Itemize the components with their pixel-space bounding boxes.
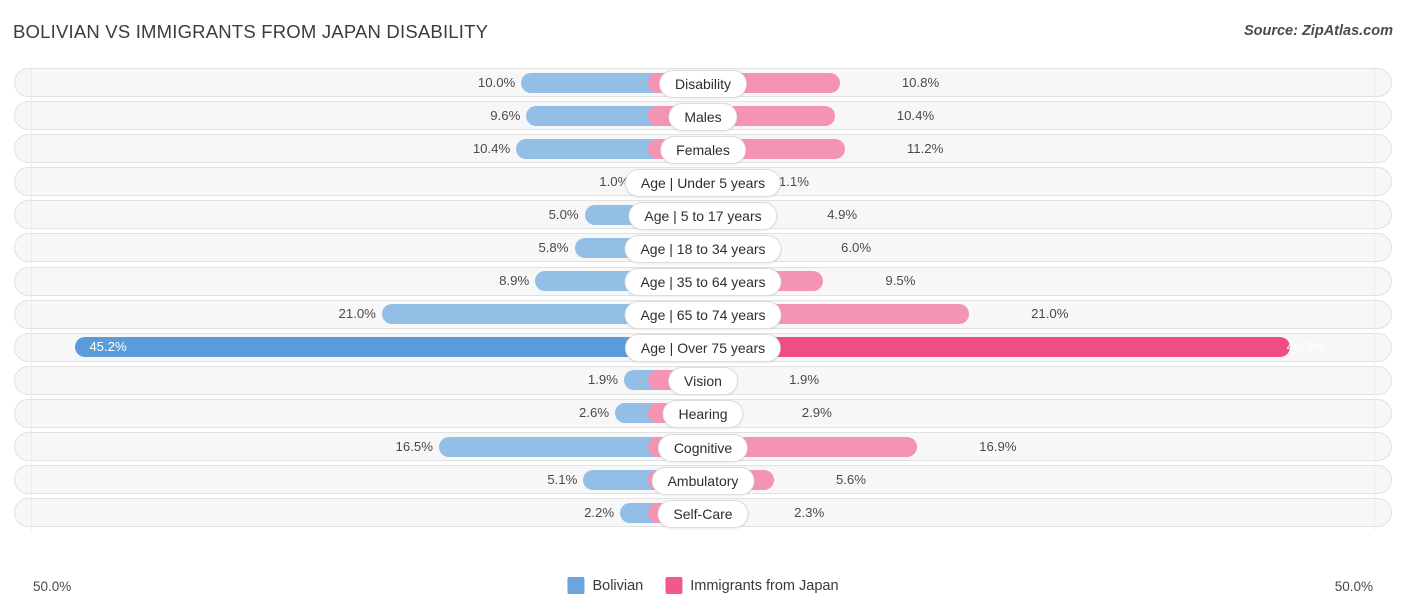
- value-label-right: 1.1%: [779, 172, 809, 192]
- value-label-right: 46.3%: [1287, 337, 1324, 357]
- category-label: Age | 5 to 17 years: [628, 202, 777, 230]
- row-bars: 10.0% 10.8% Disability: [0, 66, 1406, 99]
- row-bars: 10.4% 11.2% Females: [0, 132, 1406, 165]
- axis-label-right: 50.0%: [1335, 579, 1373, 594]
- axis-label-left: 50.0%: [33, 579, 71, 594]
- chart-row: 9.6% 10.4% Males: [0, 99, 1406, 132]
- value-label-left: 2.2%: [568, 503, 614, 523]
- value-label-right: 5.6%: [836, 470, 866, 490]
- category-label: Cognitive: [658, 434, 748, 462]
- category-label: Age | 65 to 74 years: [624, 301, 781, 329]
- source-attribution: Source: ZipAtlas.com: [1244, 23, 1393, 39]
- chart-row: 8.9% 9.5% Age | 35 to 64 years: [0, 265, 1406, 298]
- legend-label: Bolivian: [592, 578, 643, 594]
- chart-row: 21.0% 21.0% Age | 65 to 74 years: [0, 298, 1406, 331]
- legend-item[interactable]: Bolivian: [567, 577, 643, 594]
- value-label-right: 10.8%: [902, 73, 939, 93]
- value-label-right: 16.9%: [979, 437, 1016, 457]
- legend-label: Immigrants from Japan: [690, 578, 838, 594]
- chart-footer: 50.0% 50.0% Bolivian Immigrants from Japa…: [0, 572, 1406, 612]
- row-bars: 9.6% 10.4% Males: [0, 99, 1406, 132]
- category-label: Self-Care: [657, 500, 748, 528]
- value-label-right: 6.0%: [841, 238, 871, 258]
- chart-row: 1.0% 1.1%Age | Under 5 years: [0, 165, 1406, 198]
- chart-row: 45.2% 46.3% Age | Over 75 years: [0, 331, 1406, 364]
- value-label-right: 9.5%: [885, 271, 915, 291]
- row-bars: 21.0% 21.0% Age | 65 to 74 years: [0, 298, 1406, 331]
- category-label: Age | Over 75 years: [625, 334, 781, 362]
- page-title: BOLIVIAN VS IMMIGRANTS FROM JAPAN DISABI…: [13, 21, 488, 43]
- value-label-left: 10.0%: [469, 73, 515, 93]
- value-label-left: 1.9%: [572, 370, 618, 390]
- row-bars: 1.9% 1.9% Vision: [0, 364, 1406, 397]
- value-label-left: 5.1%: [531, 470, 577, 490]
- legend-item[interactable]: Immigrants from Japan: [665, 577, 838, 594]
- chart-legend: Bolivian Immigrants from Japan: [567, 577, 838, 594]
- value-label-left: 5.0%: [533, 205, 579, 225]
- value-label-left: 2.6%: [563, 403, 609, 423]
- category-label: Ambulatory: [652, 467, 755, 495]
- bar-left-bolivian[interactable]: [75, 337, 703, 357]
- value-label-right: 11.2%: [907, 139, 943, 159]
- chart-row: 5.8% 6.0% Age | 18 to 34 years: [0, 231, 1406, 264]
- value-label-left: 45.2%: [89, 337, 126, 357]
- chart-row: 2.6% 2.9% Hearing: [0, 397, 1406, 430]
- chart-page: BOLIVIAN VS IMMIGRANTS FROM JAPAN DISABI…: [0, 0, 1406, 612]
- row-bars: 5.8% 6.0% Age | 18 to 34 years: [0, 231, 1406, 264]
- row-bars: 5.1% 5.6% Ambulatory: [0, 463, 1406, 496]
- chart-row: 1.9% 1.9% Vision: [0, 364, 1406, 397]
- row-bars: 8.9% 9.5% Age | 35 to 64 years: [0, 265, 1406, 298]
- value-label-left: 21.0%: [330, 304, 376, 324]
- row-bars: 16.5% 16.9% Cognitive: [0, 430, 1406, 463]
- value-label-right: 10.4%: [897, 106, 934, 126]
- chart-row: 10.4% 11.2% Females: [0, 132, 1406, 165]
- value-label-right: 2.3%: [794, 503, 824, 523]
- chart-row: 16.5% 16.9% Cognitive: [0, 430, 1406, 463]
- row-bars: 1.0% 1.1%Age | Under 5 years: [0, 165, 1406, 198]
- row-bars: 45.2% 46.3% Age | Over 75 years: [0, 331, 1406, 364]
- value-label-right: 2.9%: [802, 403, 832, 423]
- chart-row: 5.1% 5.6% Ambulatory: [0, 463, 1406, 496]
- value-label-left: 8.9%: [483, 271, 529, 291]
- category-label: Vision: [668, 367, 738, 395]
- row-bars: 2.2% 2.3% Self-Care: [0, 496, 1406, 529]
- value-label-right: 4.9%: [827, 205, 857, 225]
- category-label: Age | Under 5 years: [625, 169, 781, 197]
- category-label: Hearing: [662, 400, 743, 428]
- category-label: Males: [668, 103, 737, 131]
- chart-row: 10.0% 10.8% Disability: [0, 66, 1406, 99]
- category-label: Age | 18 to 34 years: [624, 235, 781, 263]
- row-bars: 5.0% 4.9% Age | 5 to 17 years: [0, 198, 1406, 231]
- value-label-left: 10.4%: [464, 139, 510, 159]
- diverging-bar-chart: 10.0%10.8%Disability9.6%10.4%Males10.4%1…: [0, 66, 1406, 570]
- value-label-left: 5.8%: [523, 238, 569, 258]
- category-label: Age | 35 to 64 years: [624, 268, 781, 296]
- value-label-right: 1.9%: [789, 370, 819, 390]
- value-label-left: 9.6%: [474, 106, 520, 126]
- legend-swatch-icon: [567, 577, 584, 594]
- value-label-left: 16.5%: [387, 437, 433, 457]
- chart-row: 2.2% 2.3% Self-Care: [0, 496, 1406, 529]
- chart-row: 5.0% 4.9% Age | 5 to 17 years: [0, 198, 1406, 231]
- chart-header: BOLIVIAN VS IMMIGRANTS FROM JAPAN DISABI…: [0, 0, 1406, 52]
- category-label: Females: [660, 136, 746, 164]
- legend-swatch-icon: [665, 577, 682, 594]
- category-label: Disability: [659, 70, 747, 98]
- value-label-right: 21.0%: [1031, 304, 1068, 324]
- row-bars: 2.6% 2.9% Hearing: [0, 397, 1406, 430]
- value-label-left: 1.0%: [583, 172, 629, 192]
